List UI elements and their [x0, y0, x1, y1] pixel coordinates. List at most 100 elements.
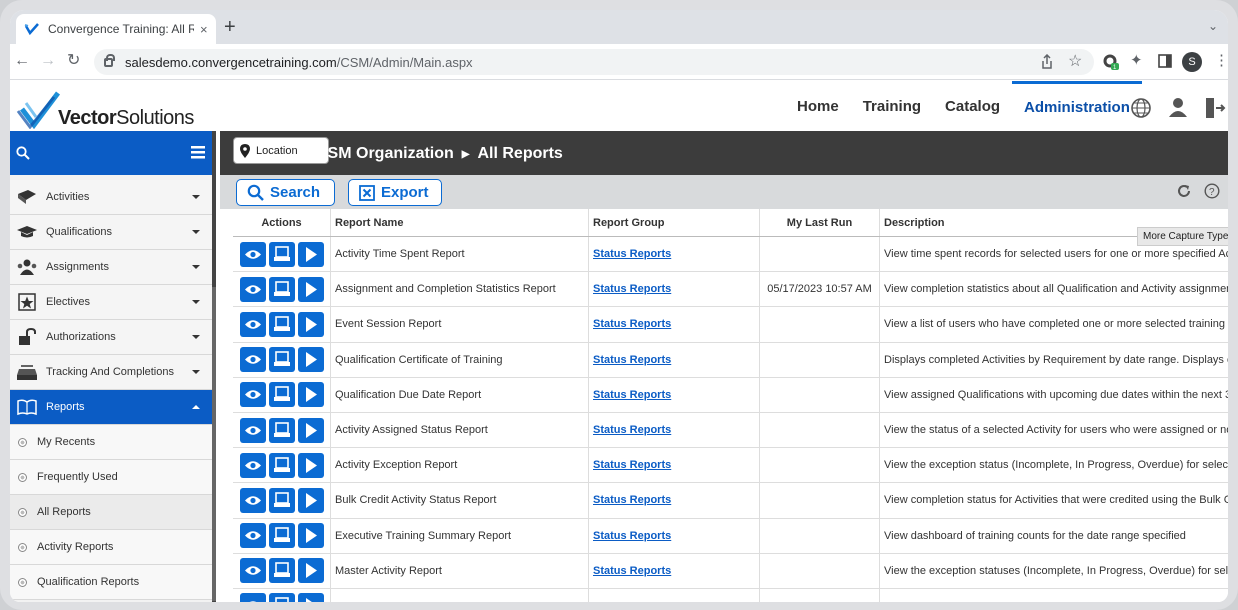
view-eye-icon[interactable]	[239, 347, 266, 373]
report-group-link[interactable]: Status Reports	[593, 283, 671, 295]
export-button[interactable]: Export	[348, 179, 442, 206]
table-row: Event Session Report Status Reports View a…	[233, 307, 1228, 343]
browser-tab[interactable]: Convergence Training: All Rep ×	[16, 14, 216, 44]
sidebar-scrollbar[interactable]	[212, 287, 216, 601]
run-play-icon[interactable]	[297, 523, 324, 549]
vector-solutions-logo[interactable]: VectorSolutions	[16, 91, 216, 129]
hamburger-menu-icon[interactable]	[191, 146, 205, 159]
search-icon[interactable]	[16, 146, 30, 160]
tab-search-icon[interactable]: ⌄	[1208, 19, 1218, 33]
users-icon	[17, 259, 37, 275]
book-icon	[18, 190, 36, 204]
view-eye-icon[interactable]	[239, 417, 266, 443]
report-group-link[interactable]: Status Reports	[593, 424, 671, 436]
forward-icon[interactable]: →	[40, 52, 56, 70]
new-tab-button[interactable]: +	[224, 16, 236, 38]
print-icon[interactable]	[268, 382, 295, 408]
print-icon[interactable]	[268, 487, 295, 513]
view-eye-icon[interactable]	[239, 382, 266, 408]
run-play-icon[interactable]	[297, 276, 324, 302]
location-button[interactable]: Location	[233, 137, 329, 164]
view-eye-icon[interactable]	[239, 241, 266, 267]
report-group: Status Reports	[589, 483, 760, 518]
sidebar-item-tracking[interactable]: Tracking And Completions	[10, 355, 212, 390]
svg-text:?: ?	[1209, 187, 1215, 198]
view-eye-icon[interactable]	[239, 523, 266, 549]
breadcrumb-org[interactable]: CSM Organization	[316, 145, 454, 163]
col-report-name[interactable]: Report Name	[331, 209, 589, 236]
run-play-icon[interactable]	[297, 452, 324, 478]
col-last-run[interactable]: My Last Run	[760, 209, 880, 236]
run-play-icon[interactable]	[297, 382, 324, 408]
extensions-puzzle-icon[interactable]: ✦	[1130, 51, 1143, 69]
run-play-icon[interactable]	[297, 558, 324, 584]
breadcrumb: CSM Organization ▶ All Reports	[316, 145, 563, 163]
view-eye-icon[interactable]	[239, 593, 266, 602]
sidebar-item-electives[interactable]: Electives	[10, 285, 212, 320]
print-icon[interactable]	[268, 417, 295, 443]
sidebar-sub-all-reports[interactable]: All Reports	[10, 495, 212, 530]
table-row: Activity Assigned Status Report Status Re…	[233, 412, 1228, 449]
print-icon[interactable]	[268, 276, 295, 302]
refresh-icon[interactable]	[1176, 183, 1192, 199]
browser-menu-icon[interactable]: ⋮	[1214, 51, 1228, 69]
sidebar-item-reports[interactable]: Reports	[10, 390, 212, 425]
report-group-link[interactable]: Status Reports	[593, 459, 671, 471]
search-button[interactable]: Search	[236, 179, 335, 206]
sidebar-item-activities[interactable]: Activities	[10, 180, 212, 215]
view-eye-icon[interactable]	[239, 487, 266, 513]
address-bar[interactable]: salesdemo.convergencetraining.com/CSM/Ad…	[94, 49, 1094, 75]
sidebar-item-qualifications[interactable]: Qualifications	[10, 215, 212, 250]
logout-icon[interactable]	[1204, 97, 1226, 119]
print-icon[interactable]	[268, 558, 295, 584]
nav-training[interactable]: Training	[851, 81, 933, 131]
sidebar-sub-my-recents[interactable]: My Recents	[10, 425, 212, 460]
extension-sync-icon[interactable]: 1	[1102, 53, 1120, 71]
run-play-icon[interactable]	[297, 417, 324, 443]
run-play-icon[interactable]	[297, 347, 324, 373]
user-profile-icon[interactable]	[1168, 97, 1188, 117]
report-group-link[interactable]: Status Reports	[593, 565, 671, 577]
view-eye-icon[interactable]	[239, 558, 266, 584]
nav-catalog[interactable]: Catalog	[933, 81, 1012, 131]
globe-bullet-icon	[18, 437, 27, 447]
help-icon[interactable]: ?	[1204, 183, 1220, 199]
run-play-icon[interactable]	[297, 241, 324, 267]
view-eye-icon[interactable]	[239, 452, 266, 478]
view-eye-icon[interactable]	[239, 311, 266, 337]
back-icon[interactable]: ←	[14, 52, 30, 70]
sidebar-sub-activity-reports[interactable]: Activity Reports	[10, 530, 212, 565]
print-icon[interactable]	[268, 523, 295, 549]
last-run	[760, 448, 880, 483]
reload-icon[interactable]: ↻	[67, 52, 80, 70]
report-group-link[interactable]: Status Reports	[593, 318, 671, 330]
view-eye-icon[interactable]	[239, 276, 266, 302]
globe-bullet-icon	[18, 472, 27, 482]
sidebar-sub-frequently-used[interactable]: Frequently Used	[10, 460, 212, 495]
report-group-link[interactable]: Status Reports	[593, 530, 671, 542]
run-play-icon[interactable]	[297, 593, 324, 602]
report-group-link[interactable]: Status Reports	[593, 354, 671, 366]
run-play-icon[interactable]	[297, 487, 324, 513]
nav-home[interactable]: Home	[785, 81, 851, 131]
profile-avatar[interactable]: S	[1182, 52, 1202, 72]
report-group-link[interactable]: Status Reports	[593, 494, 671, 506]
sidebar-item-authorizations[interactable]: Authorizations	[10, 320, 212, 355]
print-icon[interactable]	[268, 593, 295, 602]
print-icon[interactable]	[268, 241, 295, 267]
share-icon[interactable]	[1040, 54, 1054, 70]
report-group-link[interactable]: Status Reports	[593, 248, 671, 260]
report-group-link[interactable]: Status Reports	[593, 389, 671, 401]
sidebar-item-assignments[interactable]: Assignments	[10, 250, 212, 285]
sidebar-sub-qualification-reports[interactable]: Qualification Reports	[10, 565, 212, 600]
print-icon[interactable]	[268, 347, 295, 373]
run-play-icon[interactable]	[297, 311, 324, 337]
side-panel-icon[interactable]	[1158, 54, 1172, 68]
tab-close-icon[interactable]: ×	[200, 22, 208, 37]
print-icon[interactable]	[268, 311, 295, 337]
globe-icon[interactable]	[1130, 97, 1152, 119]
col-report-group[interactable]: Report Group	[589, 209, 760, 236]
print-icon[interactable]	[268, 452, 295, 478]
nav-administration[interactable]: Administration	[1012, 81, 1142, 131]
bookmark-star-icon[interactable]: ☆	[1068, 51, 1082, 71]
